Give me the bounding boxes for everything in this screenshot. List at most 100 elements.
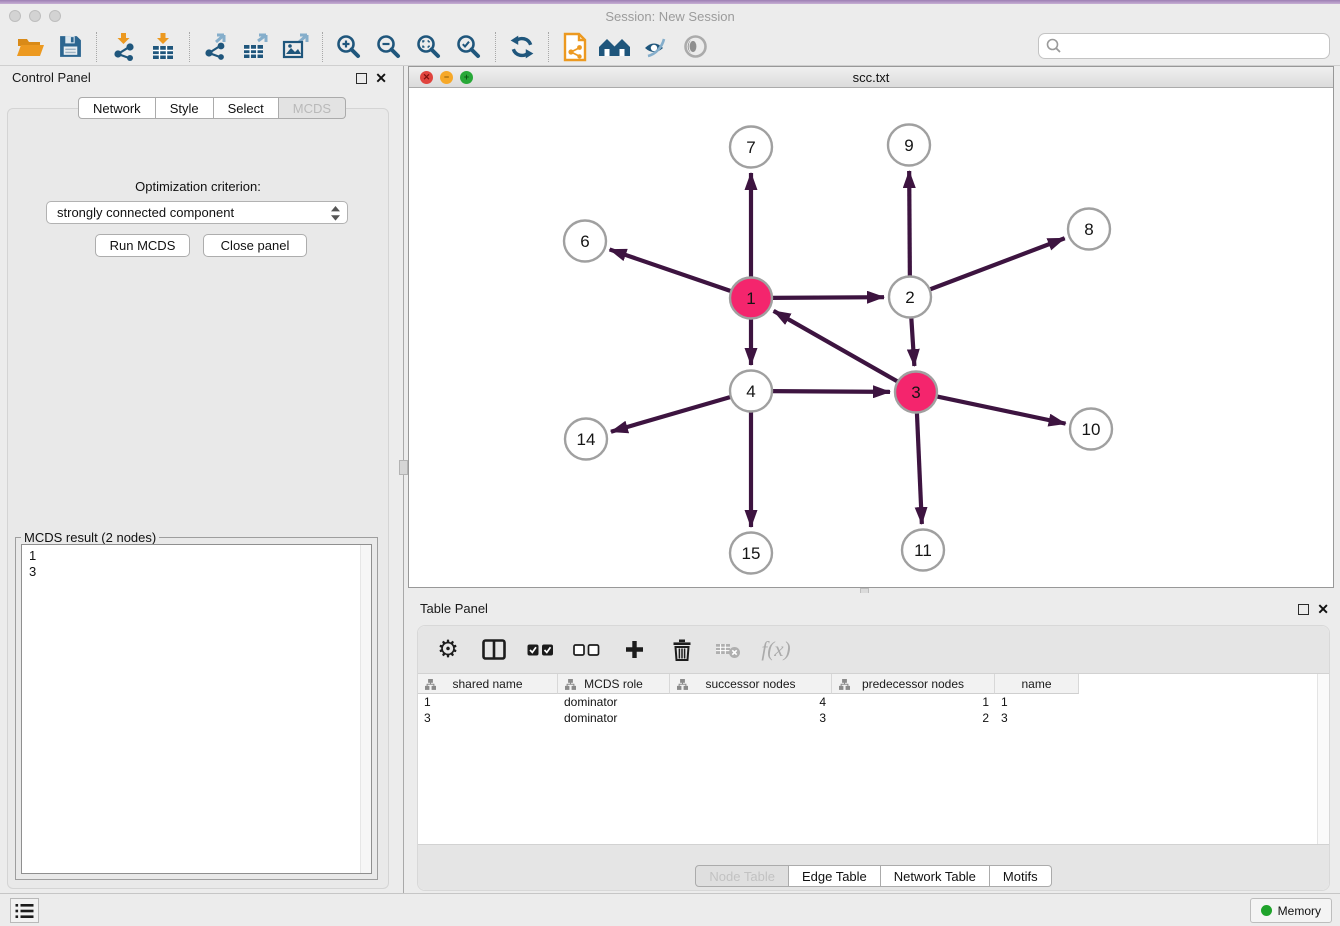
- tab-mcds[interactable]: MCDS: [279, 97, 346, 119]
- column-header-predecessor-nodes[interactable]: predecessor nodes: [832, 674, 995, 694]
- graph-node-1[interactable]: 1: [730, 278, 772, 319]
- graph-edge-2-3[interactable]: [911, 317, 914, 366]
- vertical-splitter[interactable]: [396, 66, 408, 893]
- new-network-from-selection-button[interactable]: [555, 31, 595, 63]
- column-header-label: predecessor nodes: [862, 677, 964, 691]
- graph-node-label: 15: [742, 544, 761, 563]
- graph-edge-2-9[interactable]: [909, 171, 910, 277]
- graph-node-6[interactable]: 6: [564, 221, 606, 262]
- graph-node-2[interactable]: 2: [889, 277, 931, 318]
- add-column-button[interactable]: [616, 632, 652, 668]
- apply-layout-button[interactable]: [502, 31, 542, 63]
- vertical-splitter-handle[interactable]: [399, 460, 408, 475]
- network-canvas-svg[interactable]: 1 2 3 4 6 7 8 9 10 11 14 15: [409, 88, 1333, 587]
- table-cell[interactable]: 3: [418, 710, 558, 726]
- mcds-result-text[interactable]: 1 3: [21, 544, 372, 874]
- criterion-dropdown[interactable]: strongly connected component: [46, 201, 348, 224]
- mcds-result-title: MCDS result (2 nodes): [21, 530, 159, 545]
- table-row[interactable]: 3dominator323: [418, 710, 1317, 726]
- graph-edge-3-1[interactable]: [774, 311, 899, 382]
- export-image-button[interactable]: [276, 31, 316, 63]
- task-history-button[interactable]: [10, 898, 39, 923]
- save-session-button[interactable]: [50, 31, 90, 63]
- select-all-button[interactable]: [522, 632, 558, 668]
- function-builder-button[interactable]: f(x): [758, 632, 794, 668]
- zoom-in-button[interactable]: [329, 31, 369, 63]
- tab-style[interactable]: Style: [156, 97, 214, 119]
- hide-selected-button[interactable]: [635, 31, 675, 63]
- tab-motifs[interactable]: Motifs: [990, 865, 1052, 887]
- table-cell[interactable]: 4: [670, 694, 832, 710]
- network-window-titlebar[interactable]: ✕ − + scc.txt: [409, 67, 1333, 88]
- delete-table-button[interactable]: [710, 632, 746, 668]
- deselect-all-button[interactable]: [568, 632, 604, 668]
- toolbar-separator: [495, 32, 496, 62]
- table-scrollbar[interactable]: [1317, 674, 1329, 844]
- graph-edge-3-10[interactable]: [936, 396, 1066, 423]
- table-cell[interactable]: 1: [995, 694, 1079, 710]
- graph-node-9[interactable]: 9: [888, 125, 930, 166]
- tab-node-table[interactable]: Node Table: [695, 865, 789, 887]
- graph-edge-4-14[interactable]: [611, 397, 732, 432]
- import-network-button[interactable]: [103, 31, 143, 63]
- open-session-button[interactable]: [10, 31, 50, 63]
- table-bottom-band: Node TableEdge TableNetwork TableMotifs: [418, 844, 1329, 890]
- graph-edge-4-3[interactable]: [771, 391, 890, 392]
- tab-network[interactable]: Network: [78, 97, 156, 119]
- graph-node-8[interactable]: 8: [1068, 209, 1110, 250]
- zoom-out-button[interactable]: [369, 31, 409, 63]
- table-cell[interactable]: 3: [995, 710, 1079, 726]
- graph-node-14[interactable]: 14: [565, 419, 607, 460]
- table-cell[interactable]: 1: [832, 694, 995, 710]
- table-cell[interactable]: 3: [670, 710, 832, 726]
- graph-node-15[interactable]: 15: [730, 533, 772, 574]
- graph-node-4[interactable]: 4: [730, 371, 772, 412]
- first-neighbors-button[interactable]: [595, 31, 635, 63]
- table-cell[interactable]: dominator: [558, 710, 670, 726]
- search-input[interactable]: [1038, 33, 1330, 59]
- column-header-shared-name[interactable]: shared name: [418, 674, 558, 694]
- toggle-column-panel-button[interactable]: [476, 632, 512, 668]
- graph-node-3[interactable]: 3: [895, 372, 937, 413]
- graph-node-label: 10: [1082, 420, 1101, 439]
- mcds-result-scrollbar[interactable]: [360, 545, 371, 873]
- table-panel-float-button[interactable]: [1298, 604, 1309, 615]
- graph-node-10[interactable]: 10: [1070, 409, 1112, 450]
- tab-select[interactable]: Select: [214, 97, 279, 119]
- run-mcds-button[interactable]: Run MCDS: [95, 234, 190, 257]
- control-panel-close-button[interactable]: ✕: [375, 71, 387, 85]
- graph-node-7[interactable]: 7: [730, 127, 772, 168]
- graph-edge-1-6[interactable]: [610, 249, 732, 291]
- export-network-button[interactable]: [196, 31, 236, 63]
- graph-node-11[interactable]: 11: [902, 530, 944, 571]
- criterion-dropdown-value: strongly connected component: [57, 205, 234, 220]
- tab-network-table[interactable]: Network Table: [881, 865, 990, 887]
- zoom-selected-button[interactable]: [449, 31, 489, 63]
- tab-edge-table[interactable]: Edge Table: [789, 865, 881, 887]
- splitter-line: [403, 66, 404, 893]
- control-panel-float-button[interactable]: [356, 73, 367, 84]
- graph-edge-1-2[interactable]: [771, 297, 884, 298]
- table-cell[interactable]: 1: [418, 694, 558, 710]
- memory-button[interactable]: Memory: [1250, 898, 1332, 923]
- column-header-name[interactable]: name: [995, 674, 1079, 694]
- export-table-button[interactable]: [236, 31, 276, 63]
- close-panel-button[interactable]: Close panel: [203, 234, 307, 257]
- list-icon: [15, 903, 34, 919]
- column-header-successor-nodes[interactable]: successor nodes: [670, 674, 832, 694]
- import-table-button[interactable]: [143, 31, 183, 63]
- table-cell[interactable]: dominator: [558, 694, 670, 710]
- show-all-button[interactable]: [675, 31, 715, 63]
- table-panel-close-button[interactable]: ✕: [1317, 602, 1329, 616]
- column-header-MCDS-role[interactable]: MCDS role: [558, 674, 670, 694]
- table-row[interactable]: 1dominator411: [418, 694, 1317, 710]
- hierarchy-sort-icon: [425, 679, 436, 690]
- export-image-icon: [282, 33, 310, 60]
- table-cell[interactable]: 2: [832, 710, 995, 726]
- zoom-fit-button[interactable]: [409, 31, 449, 63]
- graph-edge-3-11[interactable]: [917, 412, 922, 524]
- network-canvas[interactable]: 1 2 3 4 6 7 8 9 10 11 14 15: [409, 88, 1333, 587]
- delete-columns-button[interactable]: [664, 632, 700, 668]
- table-options-button[interactable]: ⚙: [430, 632, 466, 668]
- graph-edge-2-8[interactable]: [929, 238, 1065, 290]
